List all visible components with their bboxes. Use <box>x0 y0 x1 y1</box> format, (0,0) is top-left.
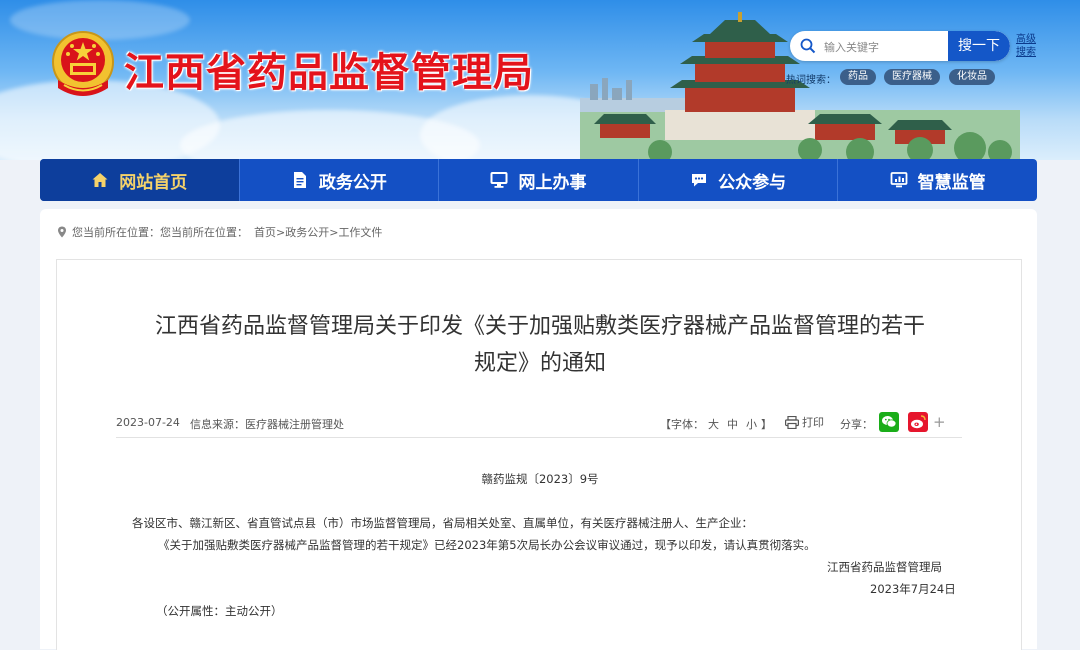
breadcrumb-item-home[interactable]: 首页 <box>254 224 276 240</box>
hot-tag-cosmetics[interactable]: 化妆品 <box>949 69 995 85</box>
breadcrumb-prefix-repeat: 您当前所在位置： <box>160 226 248 239</box>
font-size-prefix: 【字体： <box>660 418 704 431</box>
nav-item-public-participation[interactable]: 公众参与 <box>639 159 839 201</box>
printer-icon <box>785 415 799 429</box>
nav-item-home[interactable]: 网站首页 <box>40 159 240 201</box>
main-nav: 网站首页 政务公开 网上办事 公众参与 智慧监管 <box>40 159 1037 201</box>
article-title-line: 规定》的通知 <box>473 351 606 376</box>
search-button[interactable]: 搜一下 <box>948 31 1010 61</box>
breadcrumb: 您当前所在位置： 您当前所在位置： 首页 > 政务公开 > 工作文件 <box>56 224 382 240</box>
breadcrumb-separator: > <box>329 225 339 239</box>
font-size-suffix: 】 <box>761 418 772 431</box>
home-icon <box>92 173 108 187</box>
article-title-line: 江西省药品监督管理局关于印发《关于加强贴敷类医疗器械产品监督管理的若干 <box>154 314 925 339</box>
meta-divider <box>116 437 962 438</box>
hot-search-label: 热词搜索： <box>786 75 836 86</box>
search-icon <box>800 38 816 54</box>
nav-item-label: 公众参与 <box>718 172 787 193</box>
location-pin-icon <box>58 226 66 238</box>
hot-tag-medical-devices[interactable]: 医疗器械 <box>884 69 940 85</box>
breadcrumb-prefix: 您当前所在位置： <box>72 226 160 239</box>
share-label: 分享： <box>840 418 873 431</box>
nav-item-online-services[interactable]: 网上办事 <box>439 159 639 201</box>
document-icon <box>293 172 306 188</box>
national-emblem-icon <box>52 31 114 96</box>
advanced-search-link[interactable]: 高级搜索 <box>1016 33 1038 59</box>
chat-icon <box>692 174 707 187</box>
disclosure-attribute: （公开属性：主动公开） <box>156 604 283 618</box>
nav-item-label: 网上办事 <box>518 172 587 193</box>
nav-item-label: 政务公开 <box>318 172 387 193</box>
print-button[interactable]: 打印 <box>785 414 824 430</box>
signature-date: 2023年7月24日 <box>870 582 956 596</box>
site-header: 江西省药品监督管理局 输入关键字 搜一下 高级搜索 热词搜索： 药品 医疗器械 … <box>0 0 1080 160</box>
chart-board-icon <box>890 172 908 188</box>
nav-item-government-affairs[interactable]: 政务公开 <box>240 159 440 201</box>
font-size-large-button[interactable]: 大 <box>708 418 719 431</box>
weibo-share-icon[interactable] <box>908 412 928 432</box>
nav-item-label: 网站首页 <box>119 172 188 193</box>
article-title: 江西省药品监督管理局关于印发《关于加强贴敷类医疗器械产品监督管理的若干 规定》的… <box>120 308 960 382</box>
publish-date: 2023-07-24 <box>116 416 180 429</box>
hot-tag-drugs[interactable]: 药品 <box>840 69 876 85</box>
font-size-switcher: 【字体： 大中小】 <box>660 416 772 432</box>
print-label: 打印 <box>802 416 824 429</box>
breadcrumb-item-work-documents[interactable]: 工作文件 <box>338 224 382 240</box>
document-number: 赣药监规〔2023〕9号 <box>481 472 599 486</box>
more-share-icon[interactable]: + <box>933 413 946 431</box>
font-size-small-button[interactable]: 小 <box>746 418 757 431</box>
search-box: 搜一下 <box>790 31 1010 61</box>
breadcrumb-separator: > <box>276 225 286 239</box>
signature-org: 江西省药品监督管理局 <box>827 560 942 574</box>
search-input[interactable] <box>822 31 946 61</box>
body-paragraph: 《关于加强贴敷类医疗器械产品监督管理的若干规定》已经2023年第5次局长办公会议… <box>158 538 816 552</box>
info-source: 信息来源：医疗器械注册管理处 <box>190 418 344 431</box>
site-title: 江西省药品监督管理局 <box>124 50 534 96</box>
nav-item-label: 智慧监管 <box>917 172 986 193</box>
nav-item-smart-supervision[interactable]: 智慧监管 <box>838 159 1037 201</box>
wechat-share-icon[interactable] <box>879 412 899 432</box>
monitor-icon <box>490 172 508 188</box>
breadcrumb-item-government-affairs[interactable]: 政务公开 <box>285 224 329 240</box>
font-size-medium-button[interactable]: 中 <box>727 418 738 431</box>
addressee-paragraph: 各设区市、赣江新区、省直管试点县（市）市场监督管理局，省局相关处室、直属单位，有… <box>132 516 753 530</box>
